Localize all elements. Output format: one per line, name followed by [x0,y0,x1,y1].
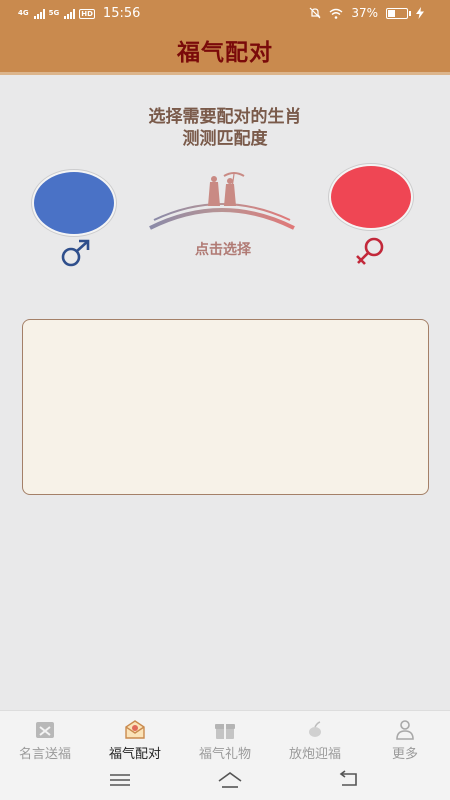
tab-label: 放炮迎福 [288,747,341,762]
tab-label: 福气礼物 [198,747,251,762]
page-title: 福气配对 [177,40,273,66]
tab-gifts[interactable]: 福气礼物 [180,711,270,762]
status-bar: 4G 5G HD 15:56 37% [0,0,450,28]
tab-label: 福气配对 [108,747,161,762]
prompt-line-1: 选择需要配对的生肖 [148,107,302,127]
tab-label: 名言送福 [18,747,71,762]
signal-icon [33,8,45,19]
firecracker-icon [309,721,321,737]
title-bar: 福气配对 [0,28,450,72]
female-zodiac-selector[interactable] [331,166,411,228]
gift-icon [215,724,235,739]
mute-icon [309,7,321,19]
hd-badge: HD [79,8,95,19]
male-symbol-icon [61,239,90,267]
network-type-1: 4G [18,9,29,17]
tab-label: 更多 [391,747,418,762]
battery-icon [386,7,411,19]
tab-match[interactable]: 福气配对 [90,711,180,762]
tab-quotes[interactable]: 名言送福 [0,711,90,762]
system-nav-bar [0,762,450,800]
battery-percent: 37% [351,6,378,20]
menu-icon[interactable] [106,770,134,790]
status-left: 4G 5G HD 15:56 [18,6,140,21]
status-time: 15:56 [102,6,141,21]
status-right: 37% [309,6,424,20]
envelope-icon [125,720,145,739]
male-zodiac-selector[interactable] [34,172,114,234]
wifi-icon [329,8,343,19]
bottom-tab-bar: 名言送福 福气配对 福气礼物 放炮迎福 更多 [0,710,450,762]
match-prompt: 选择需要配对的生肖 测测匹配度 [0,106,450,150]
user-icon [396,720,414,740]
female-symbol-icon [356,237,384,265]
title-divider [0,72,450,75]
network-type-2: 5G [48,9,60,17]
signal-icon [64,8,76,19]
tab-more[interactable]: 更多 [360,711,450,762]
back-icon[interactable] [334,770,362,790]
click-to-select-label[interactable]: 点击选择 [183,239,263,259]
quote-card-icon [36,722,54,738]
home-icon[interactable] [216,770,244,790]
charging-icon [416,7,424,19]
bridge-couple-illustration[interactable] [146,170,298,240]
match-result-box [22,319,429,495]
prompt-line-2: 测测匹配度 [182,129,268,149]
tab-firecrackers[interactable]: 放炮迎福 [270,711,360,762]
